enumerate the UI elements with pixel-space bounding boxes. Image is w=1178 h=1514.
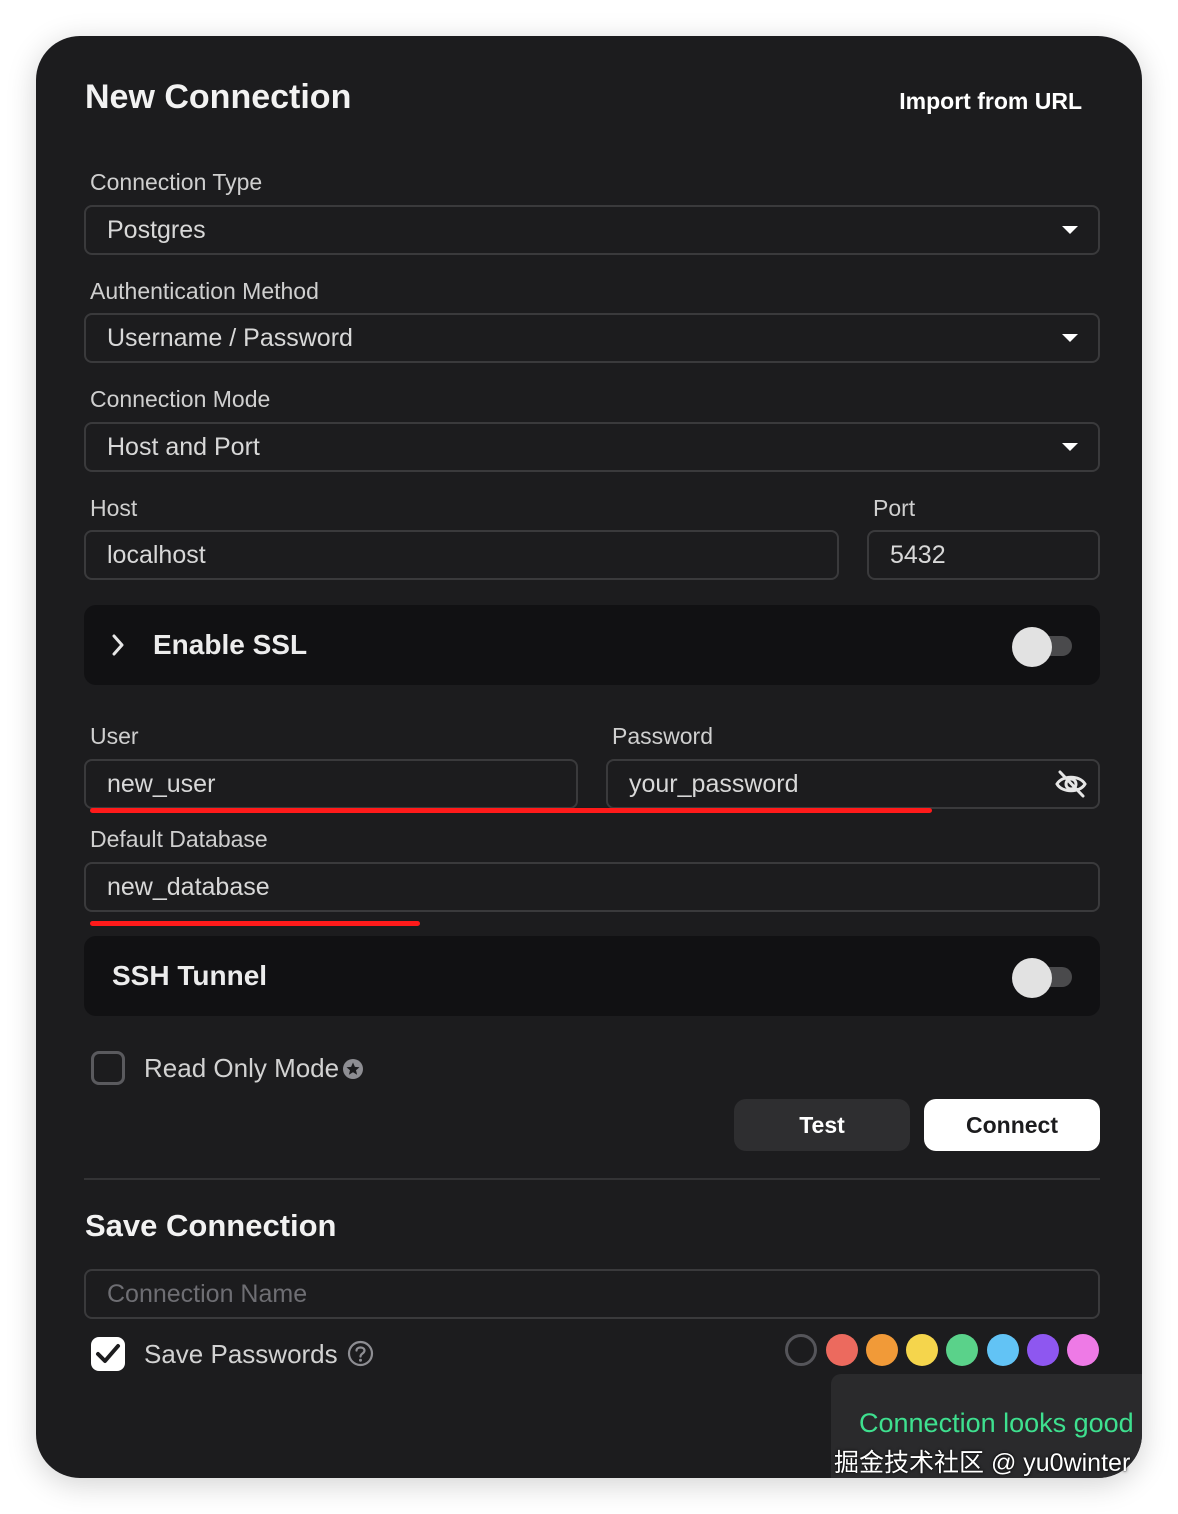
save-passwords-label: Save Passwords [144,1339,338,1369]
ssh-section[interactable]: SSH Tunnel [84,936,1100,1016]
password-field[interactable] [606,759,1100,809]
page-title: New Connection [85,78,352,116]
connect-button[interactable]: Connect [924,1099,1100,1151]
star-badge-icon [343,1059,363,1079]
user-field[interactable] [84,759,578,809]
divider [84,1178,1100,1180]
test-button[interactable]: Test [734,1099,910,1151]
color-swatch-pink[interactable] [1067,1334,1099,1366]
connection-mode-value: Host and Port [107,432,260,461]
annotation-underline [90,921,420,926]
caret-down-icon [1062,226,1078,234]
user-input[interactable] [107,769,576,799]
annotation-underline [90,808,932,813]
color-swatch-yellow[interactable] [906,1334,938,1366]
checkmark-icon [96,1344,120,1363]
host-field[interactable] [84,530,839,580]
color-swatch-purple[interactable] [1027,1334,1059,1366]
ssh-title: SSH Tunnel [112,960,268,991]
host-label: Host [90,495,138,521]
import-from-url-link[interactable]: Import from URL [899,88,1082,115]
ssh-toggle[interactable] [1012,958,1072,998]
color-swatch-blue[interactable] [987,1334,1019,1366]
color-swatch-green[interactable] [946,1334,978,1366]
color-swatch-red[interactable] [826,1334,858,1366]
ssl-section[interactable]: Enable SSL [84,605,1100,685]
port-input[interactable] [890,540,1098,570]
user-label: User [90,723,139,749]
connection-type-label: Connection Type [90,169,263,195]
read-only-checkbox[interactable] [91,1051,125,1085]
default-database-input[interactable] [107,872,1098,902]
password-input[interactable] [629,769,1040,799]
caret-down-icon [1062,334,1078,342]
password-label: Password [612,723,713,749]
connection-type-select[interactable]: Postgres [84,205,1100,255]
new-connection-panel: New Connection Import from URL Connectio… [36,36,1142,1478]
color-swatch-orange[interactable] [866,1334,898,1366]
connection-mode-select[interactable]: Host and Port [84,422,1100,472]
ssl-toggle[interactable] [1012,627,1072,667]
toast-message: Connection looks good [859,1408,1134,1438]
watermark: 掘金技术社区 @ yu0winter [834,1449,1131,1477]
default-database-field[interactable] [84,862,1100,912]
default-database-label: Default Database [90,826,268,852]
port-label: Port [873,495,916,521]
ssl-title: Enable SSL [153,629,308,660]
connection-mode-label: Connection Mode [90,386,271,412]
connection-type-value: Postgres [107,215,206,244]
save-passwords-checkbox[interactable] [91,1337,125,1371]
connection-name-input[interactable] [107,1279,1098,1309]
host-input[interactable] [107,540,837,570]
auth-method-label: Authentication Method [90,278,319,304]
help-circle-icon[interactable] [347,1340,374,1367]
read-only-label: Read Only Mode [144,1053,340,1083]
save-connection-title: Save Connection [85,1208,337,1243]
port-field[interactable] [867,530,1100,580]
eye-off-icon[interactable] [1054,768,1088,800]
connection-name-field[interactable] [84,1269,1100,1319]
color-swatch-none[interactable] [785,1334,817,1366]
auth-method-value: Username / Password [107,323,353,352]
auth-method-select[interactable]: Username / Password [84,313,1100,363]
caret-down-icon [1062,443,1078,451]
chevron-right-icon [112,634,124,656]
